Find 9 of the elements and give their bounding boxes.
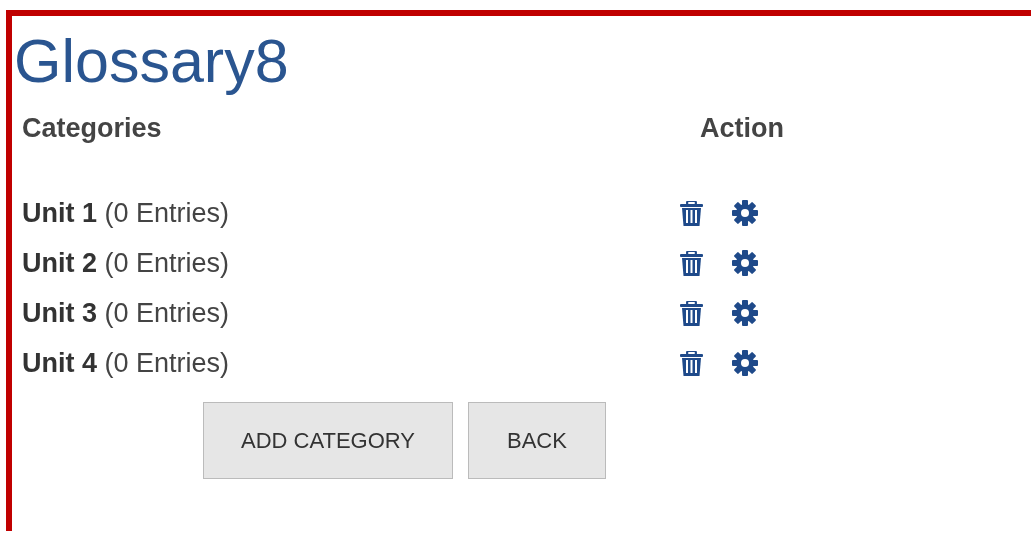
category-name: Unit 1 (0 Entries) <box>22 198 230 228</box>
column-header: Action <box>699 112 785 145</box>
page-title: Glossary8 <box>14 26 290 96</box>
column-header: Categories <box>22 112 163 145</box>
category-name: Unit 4 (0 Entries) <box>22 348 230 378</box>
add-category-button[interactable]: ADD CATEGORY <box>203 402 453 479</box>
category-name: Unit 2 (0 Entries) <box>22 248 230 278</box>
back-button[interactable]: BACK <box>468 402 606 479</box>
category-name: Unit 3 (0 Entries) <box>22 298 230 328</box>
